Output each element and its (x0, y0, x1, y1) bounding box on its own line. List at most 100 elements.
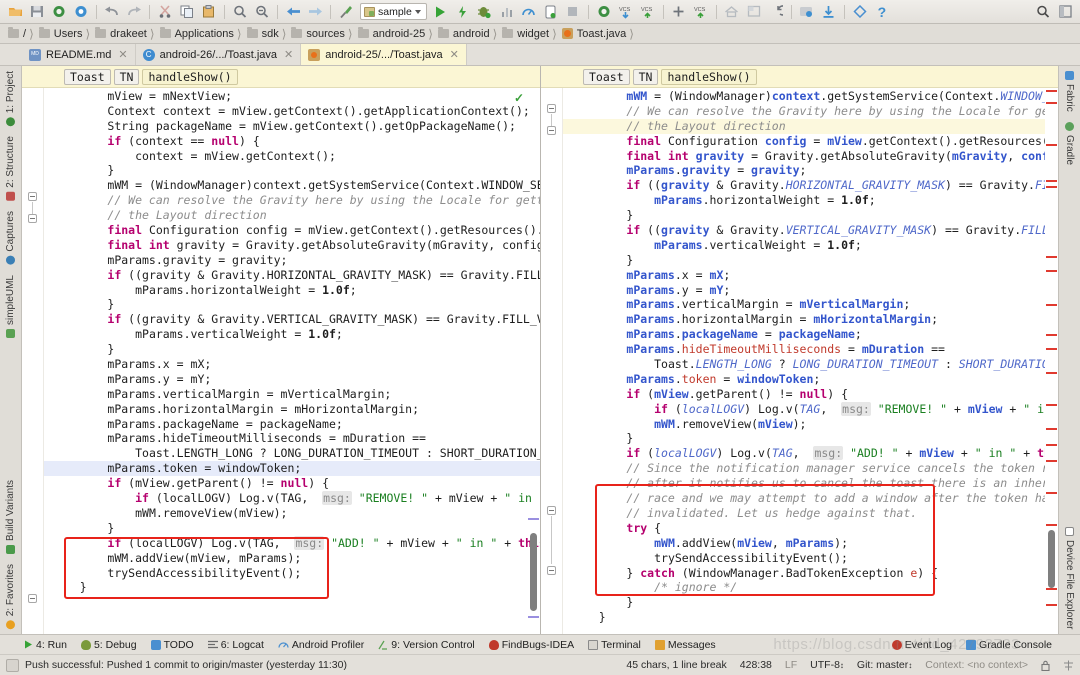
build-hammer-icon[interactable] (335, 2, 357, 22)
editor-scrollbar-right[interactable] (1048, 530, 1055, 588)
bottom-item-event-log[interactable]: Event Log (892, 639, 952, 651)
sdk-manager-icon[interactable] (593, 2, 615, 22)
line-separator[interactable]: LF (785, 659, 797, 671)
sidebar-item-device-file-explorer[interactable]: Device File Explorer (1064, 522, 1075, 634)
breadcrumb-item[interactable]: Toast.java (558, 28, 629, 40)
sidebar-item-project[interactable]: 1: Project (5, 66, 16, 131)
breadcrumb-method-handleshow[interactable]: handleShow() (661, 69, 756, 85)
breadcrumb-class-toast[interactable]: Toast (64, 69, 111, 85)
caret-position[interactable]: 428:38 (740, 659, 772, 671)
monitor-icon[interactable] (518, 2, 540, 22)
sidebar-item-build-variants[interactable]: Build Variants (5, 475, 16, 559)
sidebar-item-simpleuml[interactable]: simpleUML (5, 270, 16, 343)
search-everywhere-icon[interactable] (1032, 2, 1054, 22)
sidebar-item-structure[interactable]: 2: Structure (5, 131, 16, 206)
breadcrumb-class-tn[interactable]: TN (114, 69, 140, 85)
device-manager-icon[interactable] (796, 2, 818, 22)
forward-icon[interactable] (304, 2, 326, 22)
breadcrumb-method-handleshow[interactable]: handleShow() (142, 69, 237, 85)
encoding[interactable]: UTF-8↕ (810, 659, 844, 671)
layout-inspector-icon[interactable] (743, 2, 765, 22)
git-branch[interactable]: Git: master↕ (857, 659, 912, 671)
bottom-item-findbugs[interactable]: FindBugs-IDEA (489, 639, 574, 651)
bottom-item-logcat[interactable]: 6: Logcat (208, 639, 264, 651)
breadcrumb-class-tn[interactable]: TN (633, 69, 659, 85)
run-configuration-selector[interactable]: sample (360, 3, 427, 20)
save-icon[interactable] (26, 2, 48, 22)
bottom-item-todo[interactable]: TODO (151, 639, 194, 651)
inspection-icon[interactable] (1063, 660, 1074, 671)
breadcrumb-item[interactable]: widget (498, 28, 551, 40)
open-folder-icon[interactable] (4, 2, 26, 22)
sidebar-item-captures[interactable]: Captures (5, 206, 16, 270)
bottom-item-gradle-console[interactable]: Gradle Console (966, 639, 1052, 651)
breadcrumb-item[interactable]: android (434, 28, 492, 40)
fold-marker-icon[interactable] (28, 192, 37, 201)
breadcrumb-item[interactable]: Applications (156, 28, 236, 40)
breadcrumb-item[interactable]: / (4, 28, 28, 40)
source-code-left[interactable]: mView = mNextView; Context context = mVi… (44, 88, 540, 634)
stop-icon[interactable] (562, 2, 584, 22)
bottom-item-messages[interactable]: Messages (655, 639, 716, 651)
close-icon[interactable]: ✕ (450, 48, 459, 61)
fold-marker-icon[interactable] (547, 566, 556, 575)
help-icon[interactable]: ? (871, 2, 893, 22)
debug-icon[interactable] (474, 2, 496, 22)
download-icon[interactable] (818, 2, 840, 22)
close-icon[interactable]: ✕ (118, 48, 127, 61)
breadcrumb-item[interactable]: sdk (243, 28, 281, 40)
vcs-push-icon[interactable]: VCS (690, 2, 712, 22)
fold-marker-icon[interactable] (28, 594, 37, 603)
tab-toast-android-26[interactable]: android-26/.../Toast.java ✕ (136, 44, 302, 65)
profiler-bars-icon[interactable] (496, 2, 518, 22)
fold-marker-icon[interactable] (547, 104, 556, 113)
fold-marker-icon[interactable] (547, 506, 556, 515)
toggle-sidebar-icon[interactable] (1054, 2, 1076, 22)
editor-gutter-right[interactable] (541, 88, 563, 634)
breadcrumb-item[interactable]: android-25 (354, 28, 428, 40)
tab-toast-android-25[interactable]: android-25/.../Toast.java ✕ (301, 44, 467, 65)
apply-changes-icon[interactable] (452, 2, 474, 22)
breadcrumb-item[interactable]: drakeet (91, 28, 149, 40)
editor-scrollbar-left[interactable] (530, 533, 537, 611)
sidebar-item-gradle[interactable]: Gradle (1064, 117, 1075, 170)
close-icon[interactable]: ✕ (284, 48, 293, 61)
vcs-commit-icon[interactable]: VCS (637, 2, 659, 22)
find-icon[interactable] (229, 2, 251, 22)
add-icon[interactable] (668, 2, 690, 22)
sidebar-item-favorites[interactable]: 2: Favorites (5, 559, 16, 634)
paste-icon[interactable] (198, 2, 220, 22)
undo-icon[interactable] (101, 2, 123, 22)
breadcrumb-class-toast[interactable]: Toast (583, 69, 630, 85)
bottom-item-android-profiler[interactable]: Android Profiler (278, 639, 364, 651)
back-icon[interactable] (282, 2, 304, 22)
redo-icon[interactable] (123, 2, 145, 22)
breadcrumb-item[interactable]: Users (35, 28, 85, 40)
sync-icon[interactable] (48, 2, 70, 22)
editor-gutter-left[interactable] (22, 88, 44, 634)
bottom-item-terminal[interactable]: Terminal (588, 639, 641, 651)
source-code-right[interactable]: mWM = (WindowManager)context.getSystemSe… (563, 88, 1058, 634)
avd-icon[interactable] (721, 2, 743, 22)
sidebar-item-fabric[interactable]: Fabric (1064, 66, 1075, 117)
bottom-item-debug[interactable]: 5: Debug (81, 639, 137, 651)
read-only-lock-icon[interactable] (1041, 660, 1050, 671)
tab-readme[interactable]: README.md ✕ (22, 44, 136, 65)
bottom-item-run[interactable]: 4: Run (24, 639, 67, 651)
vcs-update-icon[interactable]: VCS (615, 2, 637, 22)
find-replace-icon[interactable] (251, 2, 273, 22)
avd-manager-icon[interactable] (540, 2, 562, 22)
revert-icon[interactable] (765, 2, 787, 22)
fold-marker-icon[interactable] (28, 214, 37, 223)
cut-icon[interactable] (154, 2, 176, 22)
background-tasks-icon[interactable] (6, 659, 19, 672)
bottom-item-version-control[interactable]: 9: Version Control (378, 639, 474, 651)
copy-icon[interactable] (176, 2, 198, 22)
code-area-right[interactable]: mWM = (WindowManager)context.getSystemSe… (541, 88, 1058, 634)
fold-marker-icon[interactable] (547, 126, 556, 135)
run-icon[interactable] (430, 2, 452, 22)
code-area-left[interactable]: mView = mNextView; Context context = mVi… (22, 88, 540, 634)
refresh-icon[interactable] (70, 2, 92, 22)
sdk-icon[interactable] (849, 2, 871, 22)
breadcrumb-item[interactable]: sources (287, 28, 347, 40)
